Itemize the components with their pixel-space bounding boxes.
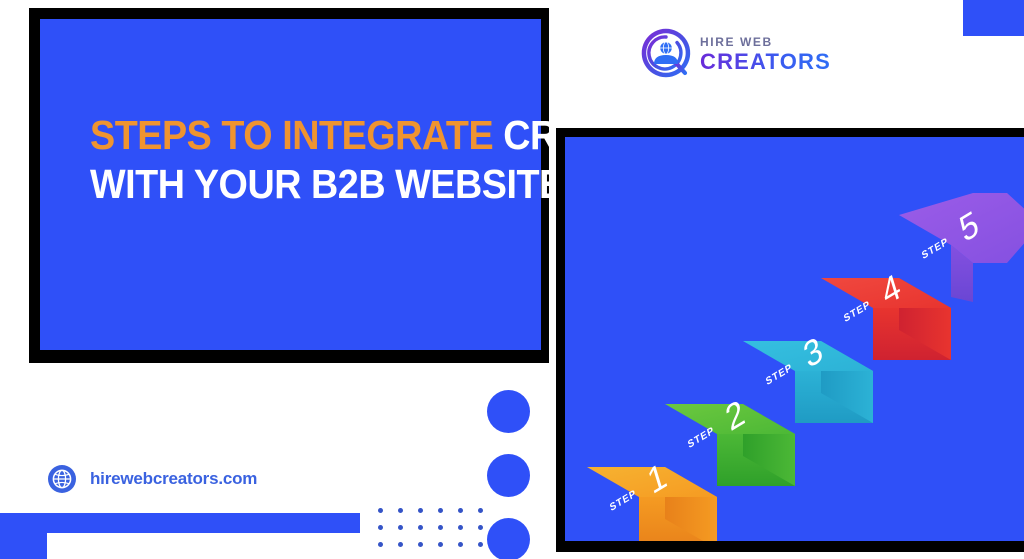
grid-dot — [378, 508, 383, 513]
logo-text-block: HIRE WEB CREATORS — [700, 36, 831, 73]
grid-dot — [438, 508, 443, 513]
globe-icon — [48, 465, 76, 493]
decor-circle — [487, 390, 530, 433]
grid-dot — [438, 542, 443, 547]
title-panel: STEPS TO INTEGRATE CRM WITH YOUR B2B WEB… — [29, 8, 588, 363]
website-url-row[interactable]: hirewebcreators.com — [47, 464, 257, 494]
grid-dot — [438, 525, 443, 530]
step-label-2: STEP — [687, 425, 716, 451]
corner-accent-top-right — [963, 0, 1024, 36]
grid-dot — [398, 525, 403, 530]
circle-stack-decoration — [487, 390, 530, 559]
step-label-4: STEP — [843, 299, 872, 325]
grid-dot — [458, 542, 463, 547]
grid-dot — [418, 525, 423, 530]
infographic-panel-inner: STEP 1 STEP 2 STEP 3 STEP 4 STEP 5 — [565, 137, 1024, 541]
grid-dot — [418, 508, 423, 513]
grid-dot — [398, 542, 403, 547]
grid-dot — [458, 508, 463, 513]
logo-bottom-line: CREATORS — [700, 48, 832, 74]
grid-dot — [458, 525, 463, 530]
page-title: STEPS TO INTEGRATE CRM WITH YOUR B2B WEB… — [90, 111, 588, 209]
grid-dot — [478, 508, 483, 513]
title-panel-inner: STEPS TO INTEGRATE CRM WITH YOUR B2B WEB… — [40, 19, 588, 350]
grid-dot — [398, 508, 403, 513]
infographic-panel: STEP 1 STEP 2 STEP 3 STEP 4 STEP 5 — [556, 128, 1024, 552]
decor-circle — [487, 454, 530, 497]
person-globe-circle-icon — [641, 28, 691, 78]
corner-accent-bottom-block — [0, 513, 47, 559]
grid-dot — [478, 525, 483, 530]
staircase-arrow-chart: STEP 1STEP 2STEP 3STEP 4STEP 5 — [587, 193, 1024, 541]
grid-dot — [378, 542, 383, 547]
decor-circle — [487, 518, 530, 559]
grid-dot — [378, 525, 383, 530]
headline-line-1: STEPS TO INTEGRATE CRM — [90, 111, 588, 160]
grid-dot — [418, 542, 423, 547]
step-label-3: STEP — [765, 362, 794, 388]
corner-accent-bottom-bar — [0, 513, 360, 533]
website-url-label: hirewebcreators.com — [90, 469, 258, 488]
logo-top-line: HIRE WEB — [700, 34, 773, 49]
dot-grid-decoration — [378, 508, 498, 559]
headline-accent-text: STEPS TO INTEGRATE — [90, 112, 494, 158]
grid-dot — [478, 542, 483, 547]
step-label-5: STEP — [921, 236, 950, 262]
headline-line-2: WITH YOUR B2B WEBSITE — [90, 161, 564, 207]
brand-logo[interactable]: HIRE WEB CREATORS — [641, 28, 831, 80]
step-label-1: STEP — [609, 488, 638, 514]
